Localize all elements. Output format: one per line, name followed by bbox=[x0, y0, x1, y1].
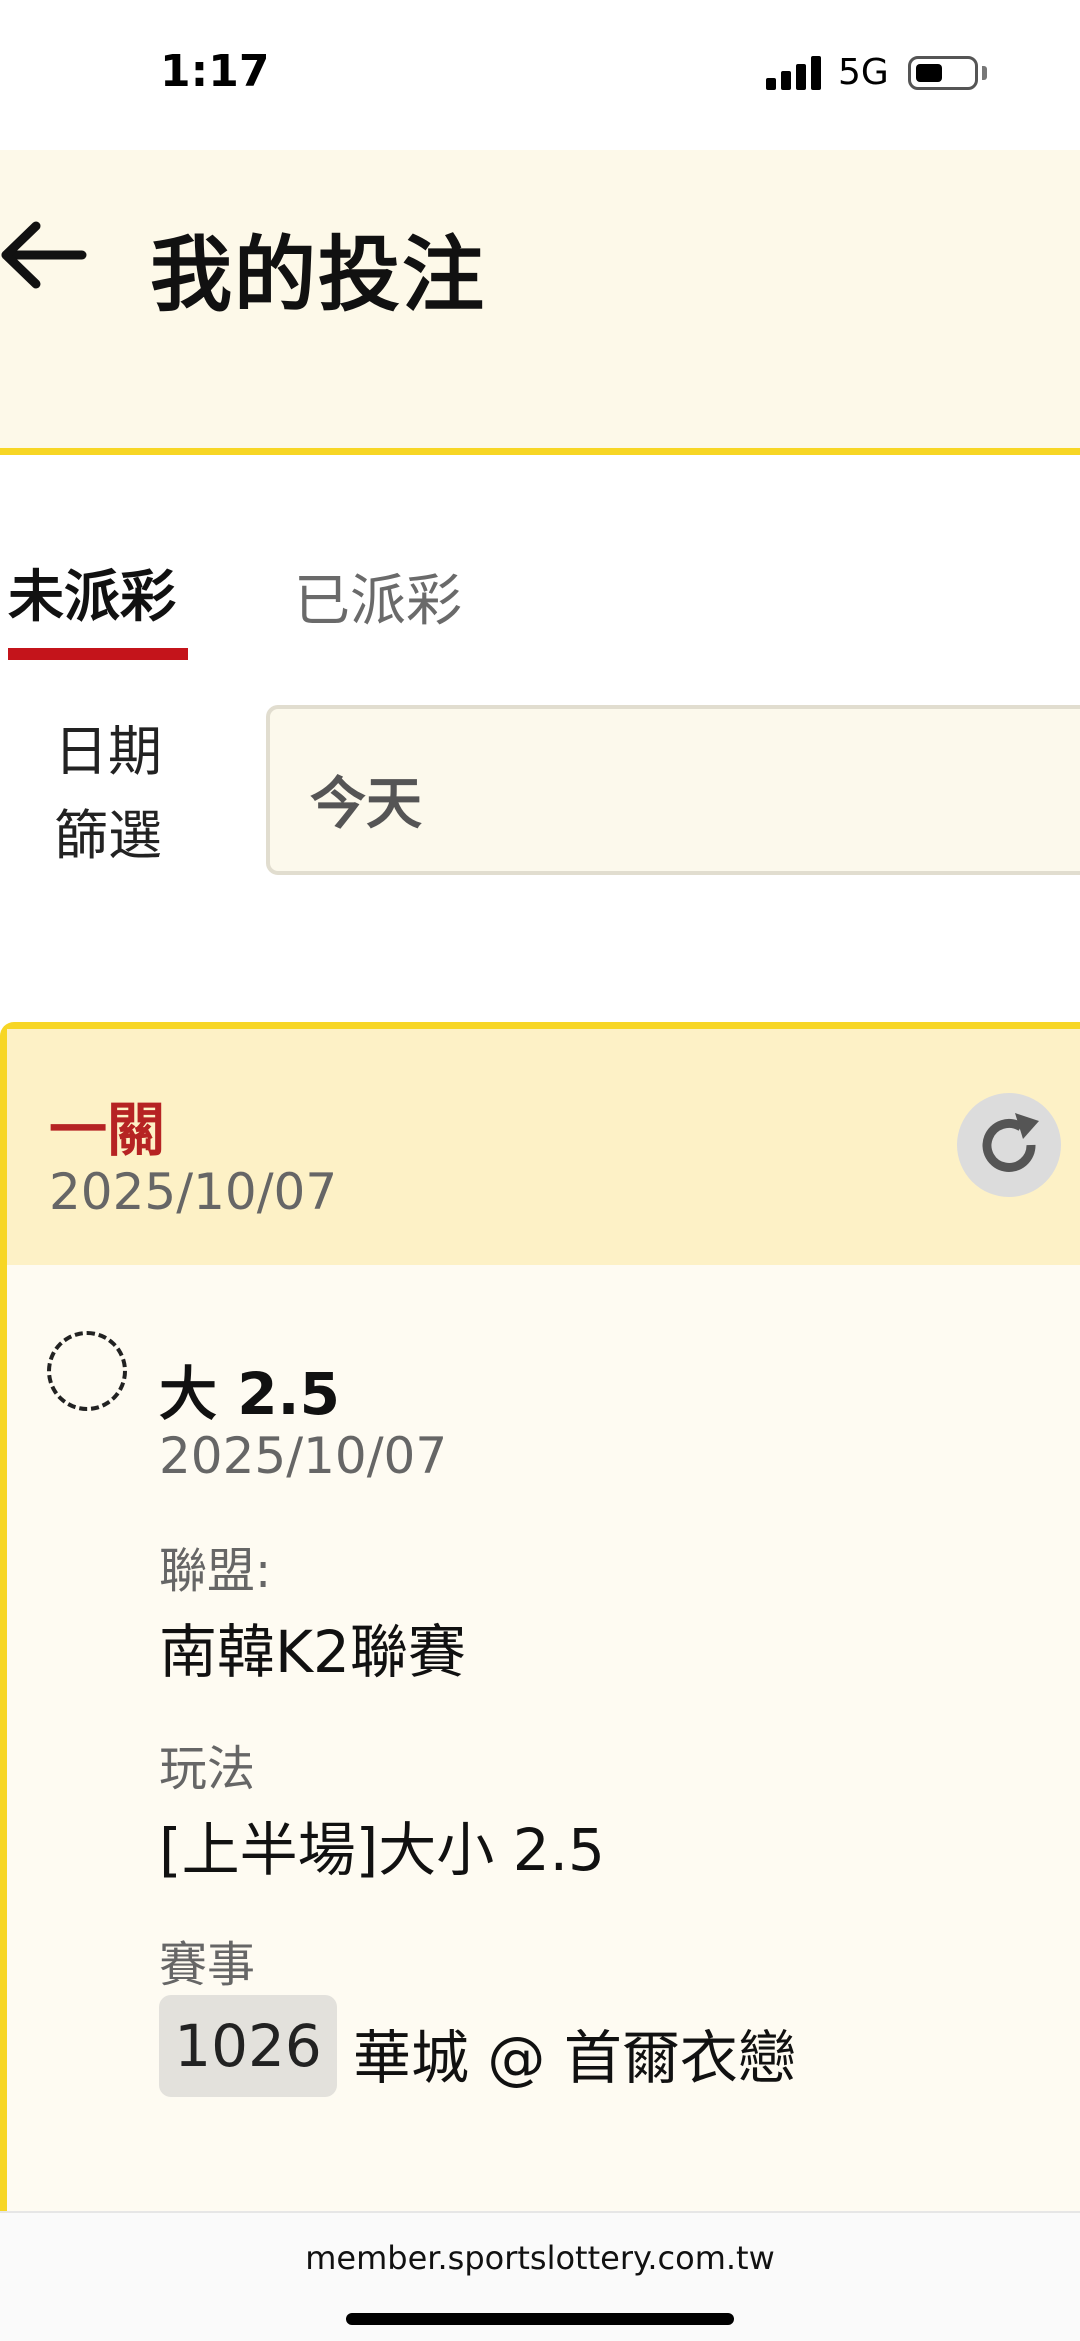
refresh-icon bbox=[982, 1113, 1039, 1172]
bet-card-header: 一關 2025/10/07 bbox=[7, 1029, 1080, 1265]
app-header: 我的投注 bbox=[0, 150, 1080, 455]
battery-icon bbox=[908, 56, 978, 90]
league-label: 聯盟: bbox=[159, 1543, 272, 1599]
tab-settled[interactable]: 已派彩 bbox=[294, 556, 462, 637]
browser-bottom-bar: member.sportslottery.com.tw bbox=[0, 2211, 1080, 2341]
date-filter-label-line1: 日期 bbox=[54, 720, 162, 783]
event-code-badge: 1026 bbox=[159, 1995, 337, 2097]
pending-status-icon bbox=[47, 1331, 127, 1411]
event-label: 賽事 bbox=[159, 1937, 256, 1993]
bet-selection: 大 2.5 bbox=[159, 1360, 340, 1428]
bet-card: 一關 2025/10/07 大 2.5 2025/10/07 聯盟: 南韓K2聯… bbox=[0, 1022, 1080, 2322]
league-value: 南韓K2聯賽 bbox=[159, 1618, 466, 1686]
play-value: [上半場]大小 2.5 bbox=[159, 1816, 605, 1884]
event-name: 華城 @ 首爾衣戀 bbox=[353, 2024, 796, 2092]
tab-bar: 未派彩 已派彩 bbox=[0, 462, 1080, 662]
date-filter-label-line2: 篩選 bbox=[54, 804, 162, 867]
date-filter-select[interactable]: 今天 bbox=[266, 705, 1080, 875]
arrow-left-icon[interactable] bbox=[0, 220, 90, 290]
status-bar: 1:17 5G bbox=[0, 0, 1080, 150]
date-filter-label: 日期 篩選 bbox=[54, 710, 194, 878]
status-time: 1:17 bbox=[160, 46, 270, 97]
url-label[interactable]: member.sportslottery.com.tw bbox=[0, 2239, 1080, 2277]
bet-date: 2025/10/07 bbox=[49, 1163, 338, 1221]
signal-icon bbox=[766, 56, 822, 90]
active-tab-indicator bbox=[8, 648, 188, 660]
battery-cap bbox=[982, 66, 987, 80]
play-label: 玩法 bbox=[159, 1741, 256, 1797]
refresh-button[interactable] bbox=[957, 1093, 1061, 1197]
home-indicator[interactable] bbox=[346, 2313, 734, 2325]
date-filter-value: 今天 bbox=[310, 772, 422, 837]
network-label: 5G bbox=[838, 52, 889, 93]
tab-unsettled[interactable]: 未派彩 bbox=[8, 552, 176, 633]
page-title: 我的投注 bbox=[150, 228, 487, 323]
selection-date: 2025/10/07 bbox=[159, 1427, 448, 1485]
bet-type: 一關 bbox=[49, 1096, 166, 1164]
battery-fill bbox=[916, 64, 942, 82]
